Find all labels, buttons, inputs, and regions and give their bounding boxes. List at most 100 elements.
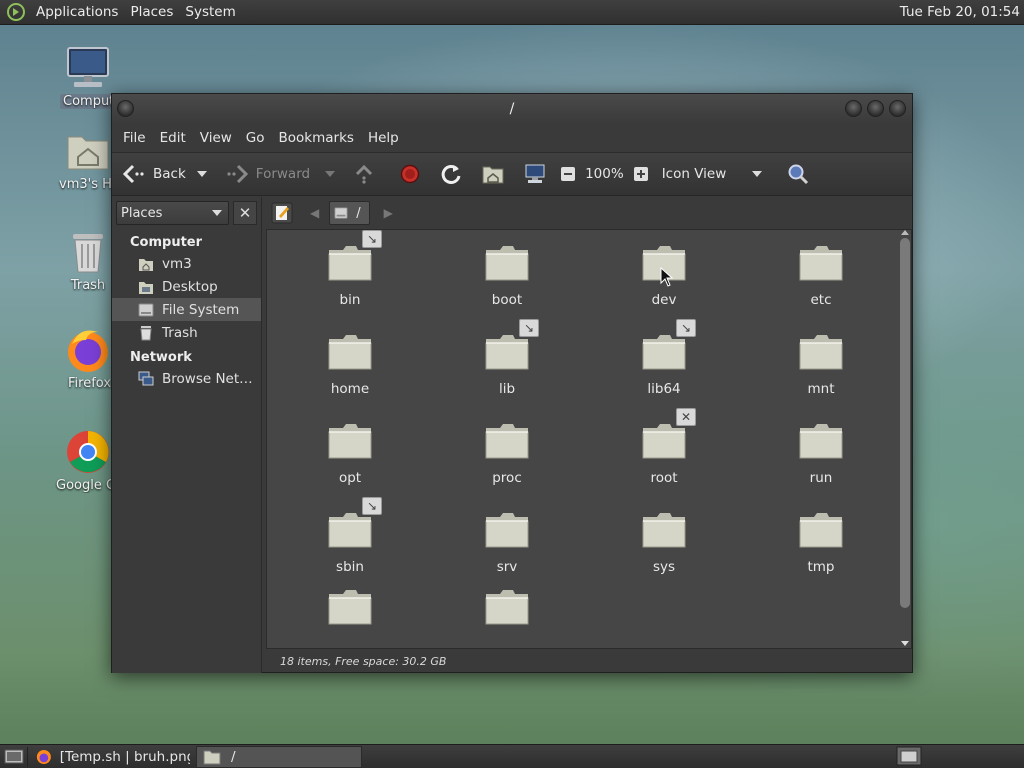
sidebar-item-label: Trash [162,324,198,341]
folder-icon [642,335,686,370]
file-name: tmp [807,559,835,575]
file-item[interactable]: ↘ sbin [295,497,405,575]
sidebar-item-label: Desktop [162,278,218,295]
sidebar-header: Places ✕ [112,197,261,229]
forward-button[interactable]: Forward [221,158,315,190]
sidebar-item-file-system[interactable]: File System [112,298,261,321]
distro-logo-icon[interactable] [6,2,26,22]
minimize-button[interactable] [845,100,862,117]
show-desktop-icon[interactable] [3,747,25,767]
file-item[interactable] [452,586,562,636]
scrollbar-thumb[interactable] [900,238,910,608]
file-name: home [330,381,370,397]
path-segment-root[interactable]: / [329,201,370,225]
system-menu[interactable]: System [179,4,241,20]
window-menu-button[interactable] [117,100,134,117]
back-button[interactable]: Back [118,158,191,190]
path-scroll-left-icon[interactable]: ◀ [310,206,319,220]
desktop-icon-label: Firefox [68,376,111,391]
edit-location-icon[interactable] [270,201,294,225]
search-button[interactable] [782,158,814,190]
sidebar-item-vm3[interactable]: vm3 [112,252,261,275]
path-scroll-right-icon[interactable]: ▶ [384,206,393,220]
menu-go[interactable]: Go [239,130,272,146]
scroll-down-arrow[interactable] [901,641,909,646]
zoom-level[interactable]: 100% [585,166,624,182]
folder-icon [642,424,686,459]
view-mode-select[interactable]: Icon View [662,166,748,182]
window-titlebar[interactable]: / [112,94,912,124]
applications-menu[interactable]: Applications [30,4,124,20]
clock[interactable]: Tue Feb 20, 01:54 [900,4,1020,20]
taskbar-file-manager[interactable]: / [196,745,362,768]
workspace-switcher-icon[interactable] [896,746,922,766]
file-item[interactable]: proc [452,420,562,486]
places-menu[interactable]: Places [124,4,179,20]
menu-edit[interactable]: Edit [153,130,193,146]
sidebar-item-browse-network[interactable]: Browse Net… [112,367,261,390]
folder-icon-wrap [798,242,844,282]
file-icon-view[interactable]: ↘ bin boot dev etc home ↘ lib ↘ lib64 mnt opt proc ✕ r… [266,229,912,649]
task-label: [Temp.sh | bruh.png… [59,748,190,765]
drive-icon [334,207,348,219]
file-item[interactable]: sys [609,509,719,575]
file-item[interactable]: ↘ lib64 [609,319,719,397]
taskbar-firefox[interactable]: [Temp.sh | bruh.png… [30,746,196,768]
file-item[interactable]: ✕ root [609,408,719,486]
file-item[interactable]: opt [295,420,405,486]
computer-button[interactable] [519,158,551,190]
reload-button[interactable] [435,158,467,190]
file-item[interactable]: tmp [766,509,876,575]
maximize-button[interactable] [867,100,884,117]
sidebar-item-trash[interactable]: Trash [112,321,261,344]
folder-icon-wrap [484,420,530,460]
zoom-in-button[interactable] [628,158,654,190]
sidebar-item-desktop[interactable]: Desktop [112,275,261,298]
firefox-icon [36,749,51,764]
file-item[interactable]: run [766,420,876,486]
file-item[interactable] [295,586,405,636]
path-segment-label: / [356,205,361,221]
close-button[interactable] [889,100,906,117]
menu-bookmarks[interactable]: Bookmarks [272,130,361,146]
file-item[interactable]: ↘ lib [452,319,562,397]
stop-button[interactable] [395,158,425,190]
menu-file[interactable]: File [116,130,153,146]
file-name: sbin [336,559,364,575]
view-mode-dropdown-arrow[interactable] [751,171,762,177]
file-item[interactable]: home [295,331,405,397]
folder-icon [799,513,843,548]
file-item[interactable]: boot [452,242,562,308]
symlink-emblem-icon: ↘ [362,497,382,515]
sidebar-item-label: vm3 [162,255,192,272]
folder-icon-wrap [641,509,687,549]
file-item[interactable]: srv [452,509,562,575]
menu-view[interactable]: View [193,130,239,146]
reload-icon [441,164,461,184]
sidebar-type-select[interactable]: Places [116,201,229,225]
folder-icon-wrap: ↘ [641,319,696,371]
back-history-dropdown[interactable] [196,171,207,177]
folder-icon [485,424,529,459]
close-sidebar-button[interactable]: ✕ [233,201,257,225]
home-icon [139,258,153,271]
file-item[interactable]: ↘ bin [295,230,405,308]
home-button[interactable] [477,158,509,190]
computer-icon [67,47,109,87]
folder-icon-wrap: ↘ [327,230,382,282]
forward-history-dropdown[interactable] [325,171,336,177]
scroll-up-arrow[interactable] [901,230,909,235]
folder-icon-wrap: ✕ [641,408,696,460]
file-item[interactable]: etc [766,242,876,308]
folder-icon [485,335,529,370]
folder-icon [642,513,686,548]
menu-help[interactable]: Help [361,130,406,146]
up-button[interactable] [349,158,379,190]
trash-icon [73,234,103,273]
file-item[interactable]: mnt [766,331,876,397]
forward-label: Forward [255,166,311,182]
zoom-out-button[interactable] [555,158,581,190]
back-label: Back [153,166,186,182]
chrome-icon [67,431,109,473]
symlink-emblem-icon: ↘ [676,319,696,337]
